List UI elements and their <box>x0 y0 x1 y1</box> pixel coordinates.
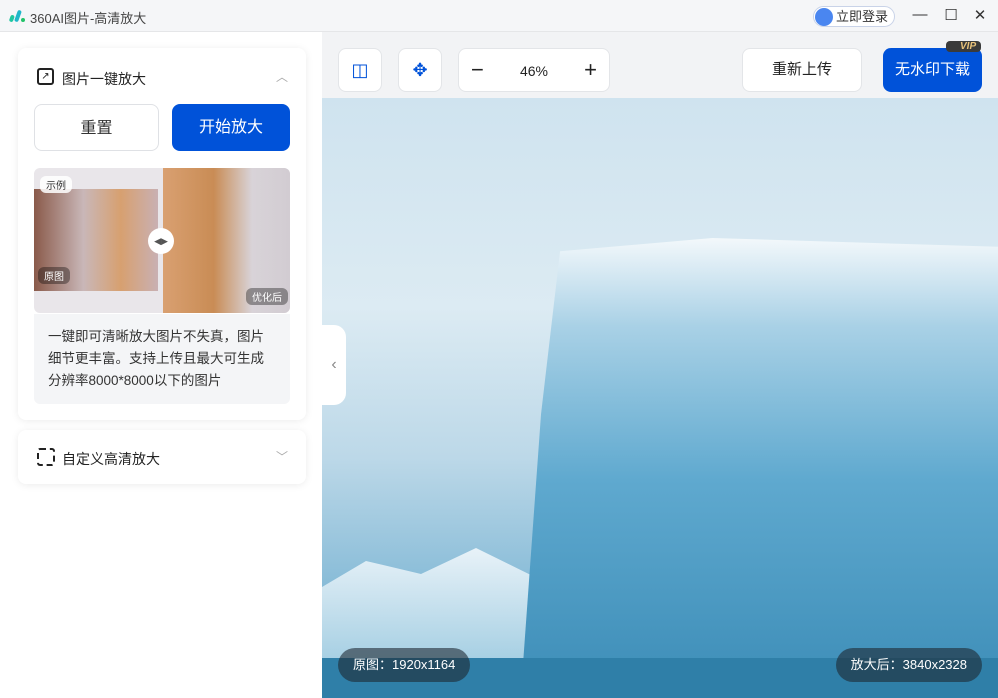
enlarged-size-label: 放大后：3840x2328 <box>835 648 982 682</box>
download-no-watermark-button[interactable]: 无水印下载 <box>883 48 982 92</box>
panel-title: 自定义高清放大 <box>62 451 160 467</box>
minimize-button[interactable]: — <box>910 6 930 23</box>
zoom-in-button[interactable]: + <box>584 49 597 91</box>
title-bar: 360AI图片-高清放大 立即登录 — ☐ ✕ <box>0 0 998 32</box>
start-enlarge-button[interactable]: 开始放大 <box>172 104 290 151</box>
app-logo-icon <box>9 10 25 22</box>
avatar-icon <box>815 8 833 26</box>
iceberg <box>522 238 998 678</box>
panel-one-click-enlarge: ↗ 图片一键放大 ︿ 重置 开始放大 示例 原图 优化后 ◀▶ 一键即可清晰放大… <box>18 48 306 420</box>
vip-badge: VIP <box>946 41 982 52</box>
move-icon[interactable]: ✥ <box>398 48 442 92</box>
focus-icon <box>37 448 55 466</box>
panel-custom-enlarge[interactable]: 自定义高清放大 ﹀ <box>18 430 306 484</box>
login-label: 立即登录 <box>836 9 889 24</box>
maximize-button[interactable]: ☐ <box>941 6 961 24</box>
zoom-control: − 46% + <box>458 48 610 92</box>
after-tag: 优化后 <box>246 288 288 305</box>
zoom-out-button[interactable]: − <box>471 49 484 91</box>
reset-button[interactable]: 重置 <box>34 104 159 151</box>
description: 一键即可清晰放大图片不失真，图片细节更丰富。支持上传且最大可生成分辨率8000*… <box>34 314 290 404</box>
example-comparison[interactable]: 示例 原图 优化后 ◀▶ <box>34 168 290 313</box>
compare-split-icon[interactable]: ◫ <box>338 48 382 92</box>
collapse-sidebar-button[interactable]: ‹ <box>322 325 346 405</box>
compare-slider-handle[interactable]: ◀▶ <box>148 228 174 254</box>
chevron-down-icon: ﹀ <box>275 450 288 464</box>
preview-area: ◫ ✥ − 46% + 重新上传 无水印下载 VIP 原图：1920x1164 … <box>322 32 998 698</box>
zoom-level: 46% <box>519 63 549 79</box>
reupload-button[interactable]: 重新上传 <box>742 48 862 92</box>
before-tag: 原图 <box>38 267 70 284</box>
login-button[interactable]: 立即登录 <box>813 6 896 27</box>
expand-icon: ↗ <box>37 68 54 85</box>
example-tag: 示例 <box>40 176 72 193</box>
panel-title[interactable]: 图片一键放大 <box>62 69 146 89</box>
preview-image[interactable] <box>322 98 998 698</box>
close-button[interactable]: ✕ <box>970 6 990 24</box>
original-size-label: 原图：1920x1164 <box>338 648 471 682</box>
chevron-up-icon[interactable]: ︿ <box>276 68 288 85</box>
app-title: 360AI图片-高清放大 <box>30 11 147 26</box>
toolbar: ◫ ✥ − 46% + 重新上传 无水印下载 VIP <box>322 32 998 98</box>
